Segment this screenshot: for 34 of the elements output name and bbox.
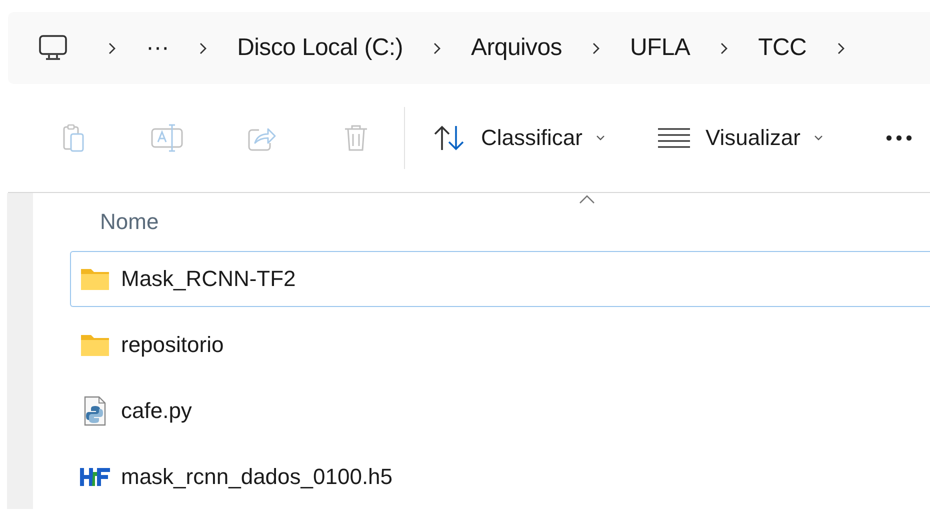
caret-down-icon <box>814 135 824 141</box>
file-name: cafe.py <box>121 398 192 424</box>
file-row[interactable]: repositorio <box>70 317 930 373</box>
file-row[interactable]: mask_rcnn_dados_0100.h5 <box>70 449 930 505</box>
python-file-icon <box>83 396 107 426</box>
chevron-right-icon <box>836 42 845 54</box>
chevron-right-icon <box>199 42 208 54</box>
trash-icon <box>343 123 369 153</box>
chevron-right-icon <box>720 42 728 54</box>
file-name: Mask_RCNN-TF2 <box>121 266 296 292</box>
file-row[interactable]: Mask_RCNN-TF2 <box>70 251 930 307</box>
list-lines-icon <box>657 127 692 149</box>
breadcrumb-item[interactable]: Disco Local (C:) <box>223 34 417 62</box>
caret-down-icon <box>596 135 606 141</box>
computer-icon <box>38 34 68 62</box>
breadcrumb-item[interactable]: Arquivos <box>457 34 576 62</box>
view-menu-button[interactable]: Visualizar <box>657 125 824 151</box>
folder-icon <box>80 267 110 291</box>
hdf-logo-icon <box>79 466 111 488</box>
file-name: mask_rcnn_dados_0100.h5 <box>121 464 393 490</box>
breadcrumb-item[interactable]: UFLA <box>616 34 704 62</box>
chevron-right-icon <box>433 42 441 54</box>
address-bar[interactable]: ··· Disco Local (C:) Arquivos UFLA TCC <box>8 12 930 84</box>
column-header[interactable]: Nome <box>100 209 159 235</box>
rename-icon <box>151 123 185 153</box>
folder-icon <box>80 333 110 357</box>
paste-icon <box>63 124 85 152</box>
file-row[interactable]: cafe.py <box>70 383 930 439</box>
file-name: repositorio <box>121 332 224 358</box>
sort-menu-button[interactable]: Classificar <box>433 124 606 152</box>
chevron-right-icon <box>108 42 116 54</box>
chevron-right-icon <box>592 42 600 54</box>
breadcrumb-item[interactable]: TCC <box>744 34 821 62</box>
breadcrumb-item[interactable]: ··· <box>132 34 184 62</box>
